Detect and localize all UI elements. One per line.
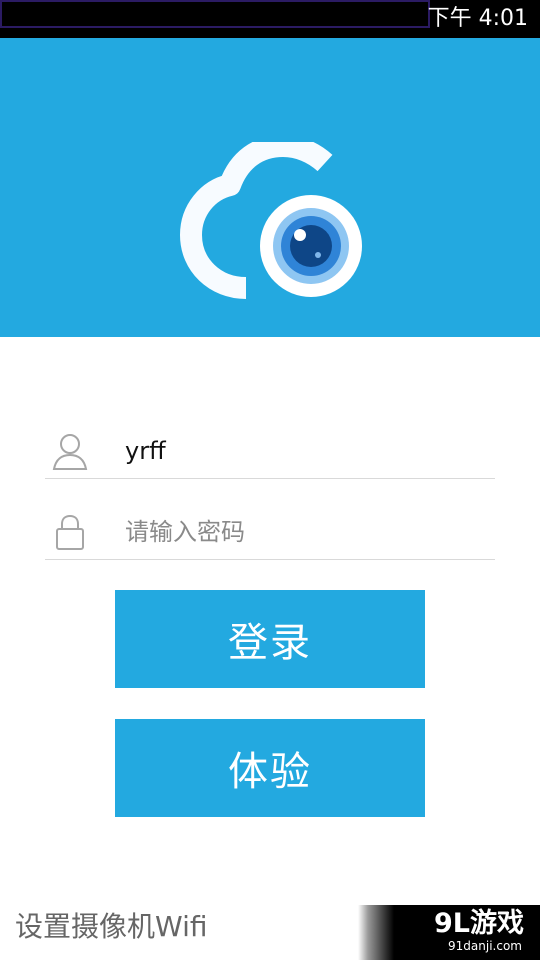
cloud-camera-logo: [180, 142, 362, 299]
login-button[interactable]: 登录: [115, 590, 425, 688]
status-time: 下午 4:01: [427, 6, 528, 31]
lock-icon: [56, 514, 84, 550]
setup-camera-wifi-link[interactable]: 设置摄像机Wifi: [15, 905, 208, 949]
user-icon: [52, 434, 88, 470]
header-banner: [0, 38, 540, 337]
username-field[interactable]: [45, 416, 495, 479]
watermark-main: 9L游戏: [434, 908, 524, 939]
username-input[interactable]: [125, 432, 485, 470]
password-input[interactable]: [125, 513, 485, 551]
status-bar: 下午 4:01: [0, 0, 540, 38]
watermark-sub: 91danji.com: [448, 939, 522, 953]
status-bar-left: [0, 0, 430, 28]
demo-button[interactable]: 体验: [115, 719, 425, 817]
watermark: 9L游戏 91danji.com: [358, 905, 540, 960]
password-field[interactable]: [45, 497, 495, 560]
